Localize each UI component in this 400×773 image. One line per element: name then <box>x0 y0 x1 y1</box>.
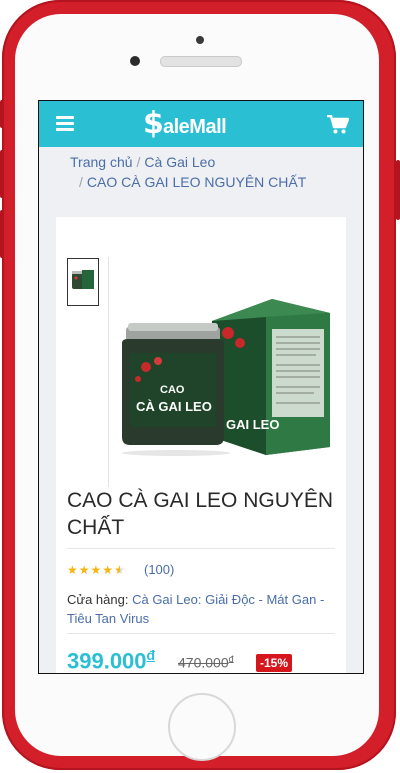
divider <box>67 548 335 549</box>
phone-side-button <box>0 210 4 258</box>
cart-icon[interactable] <box>327 114 350 135</box>
product-title: CAO CÀ GAI LEO NGUYÊN CHẤT <box>67 489 334 539</box>
camera <box>130 56 140 66</box>
price-currency: đ <box>146 647 156 663</box>
discount-badge: -15% <box>256 654 293 672</box>
gallery-divider <box>108 257 109 487</box>
sensor <box>196 36 204 44</box>
old-price: 470.000đ <box>178 654 234 671</box>
jar-label-top: CAO <box>160 384 185 396</box>
store-label: Cửa hàng: <box>67 592 129 607</box>
logo-text: aleMall <box>163 116 227 138</box>
phone-side-button <box>396 160 400 220</box>
logo-dollar-symbol: $ <box>143 106 164 141</box>
breadcrumb-category[interactable]: Cà Gai Leo <box>144 154 215 170</box>
top-navigation-bar: $ aleMall <box>39 101 363 147</box>
home-button[interactable] <box>168 693 236 761</box>
star-icon: ★ <box>90 563 103 577</box>
store-row: Cửa hàng: Cà Gai Leo: Giải Độc - Mát Gan… <box>67 590 337 628</box>
breadcrumb-home[interactable]: Trang chủ <box>70 154 133 170</box>
old-price-value: 470.000 <box>178 654 229 671</box>
salemall-logo[interactable]: $ aleMall <box>143 106 263 141</box>
product-card: GAI LEO CAO CÀ GAI LEO CAO CÀ GAI LEO NG… <box>56 217 346 674</box>
star-icon: ★ <box>67 563 79 577</box>
product-thumbnail[interactable] <box>67 258 99 306</box>
breadcrumb-separator: / <box>136 154 141 170</box>
current-price: 399.000đ <box>67 647 156 674</box>
price-value: 399.000 <box>67 648 147 674</box>
old-price-currency: đ <box>228 654 234 664</box>
phone-side-button <box>0 100 4 128</box>
box-label: GAI LEO <box>226 417 279 432</box>
product-image[interactable]: GAI LEO CAO CÀ GAI LEO <box>116 287 344 457</box>
breadcrumb-current[interactable]: CAO CÀ GAI LEO NGUYÊN CHẤT <box>87 174 306 190</box>
speaker <box>160 56 242 67</box>
phone-side-button <box>0 150 4 198</box>
review-count[interactable]: (100) <box>144 562 174 577</box>
rating-stars[interactable]: ★★★★★★ <box>67 563 126 577</box>
jar-label-main: CÀ GAI LEO <box>136 399 212 414</box>
star-icon: ★ <box>102 563 115 577</box>
menu-icon[interactable] <box>56 116 74 132</box>
breadcrumb: Trang chủ / Cà Gai Leo / CAO CÀ GAI LEO NGU… <box>39 147 363 217</box>
breadcrumb-separator: / <box>79 174 83 190</box>
half-star-icon: ★★ <box>114 563 126 577</box>
screen: $ aleMall Trang chủ / Cà Gai Leo / CAO CÀ G… <box>38 100 364 674</box>
divider <box>67 633 335 634</box>
star-icon: ★ <box>78 563 91 577</box>
